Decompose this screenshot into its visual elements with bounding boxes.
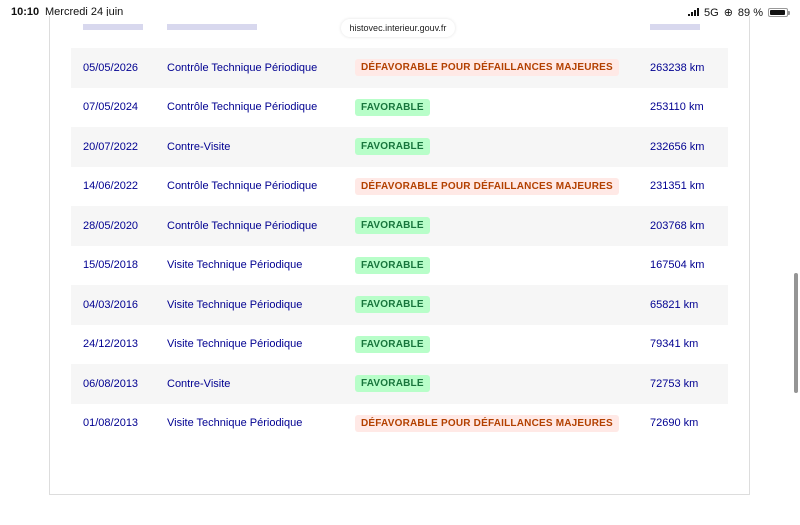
row-result: FAVORABLE	[355, 88, 430, 128]
row-date: 15/05/2018	[83, 259, 139, 272]
row-type: Contre-Visite	[167, 377, 231, 390]
result-badge: FAVORABLE	[355, 375, 430, 393]
result-badge: FAVORABLE	[355, 296, 430, 314]
result-badge: DÉFAVORABLE POUR DÉFAILLANCES MAJEURES	[355, 59, 619, 77]
row-mileage: 167504 km	[650, 259, 705, 272]
row-mileage: 79341 km	[650, 338, 699, 351]
row-date: 04/03/2016	[83, 298, 139, 311]
result-badge: FAVORABLE	[355, 256, 430, 274]
status-time: 10:10	[11, 6, 40, 18]
row-type: Contrôle Technique Périodique	[167, 61, 318, 74]
row-date: 07/05/2024	[83, 101, 139, 114]
table-row: 06/08/2013 Contre-Visite FAVORABLE 72753 km	[71, 364, 728, 404]
row-mileage: 72690 km	[650, 417, 699, 430]
row-result: DÉFAVORABLE POUR DÉFAILLANCES MAJEURES	[355, 167, 619, 207]
row-result: DÉFAVORABLE POUR DÉFAILLANCES MAJEURES	[355, 404, 619, 444]
row-mileage: 72753 km	[650, 377, 699, 390]
row-type: Visite Technique Périodique	[167, 338, 303, 351]
table-row: 04/03/2016 Visite Technique Périodique FAV…	[71, 285, 728, 325]
row-result: FAVORABLE	[355, 246, 430, 286]
table-row: 01/08/2013 Visite Technique Périodique DÉF…	[71, 404, 728, 444]
row-mileage: 232656 km	[650, 140, 705, 153]
row-type: Contrôle Technique Périodique	[167, 101, 318, 114]
table-row: 05/05/2026 Contrôle Technique Périodique D…	[71, 48, 728, 88]
address-bar[interactable]: histovec.interieur.gouv.fr	[341, 19, 455, 37]
result-badge: FAVORABLE	[355, 217, 430, 235]
result-badge: FAVORABLE	[355, 335, 430, 353]
row-date: 06/08/2013	[83, 377, 139, 390]
page-scrollbar[interactable]	[794, 273, 798, 393]
battery-icon	[768, 8, 790, 17]
row-type: Contrôle Technique Périodique	[167, 180, 318, 193]
table-row: 24/12/2013 Visite Technique Périodique FAV…	[71, 325, 728, 365]
row-result: FAVORABLE	[355, 364, 430, 404]
row-type: Visite Technique Périodique	[167, 417, 303, 430]
result-badge: FAVORABLE	[355, 138, 430, 156]
row-mileage: 231351 km	[650, 180, 705, 193]
row-date: 28/05/2020	[83, 219, 139, 232]
row-date: 01/08/2013	[83, 417, 139, 430]
result-badge: DÉFAVORABLE POUR DÉFAILLANCES MAJEURES	[355, 177, 619, 195]
table-row: 14/06/2022 Contrôle Technique Périodique D…	[71, 167, 728, 207]
table-row: 28/05/2020 Contrôle Technique Périodique F…	[71, 206, 728, 246]
row-mileage: 253110 km	[650, 101, 704, 114]
table-row: 15/05/2018 Visite Technique Périodique FAV…	[71, 246, 728, 286]
table-row: 07/05/2024 Contrôle Technique Périodique F…	[71, 88, 728, 128]
row-type: Contrôle Technique Périodique	[167, 219, 318, 232]
row-mileage: 65821 km	[650, 298, 699, 311]
row-result: FAVORABLE	[355, 325, 430, 365]
row-type: Visite Technique Périodique	[167, 298, 303, 311]
controles-table: 05/05/2026 Contrôle Technique Périodique D…	[71, 48, 728, 443]
row-result: DÉFAVORABLE POUR DÉFAILLANCES MAJEURES	[355, 48, 619, 88]
row-date: 20/07/2022	[83, 140, 139, 153]
row-type: Contre-Visite	[167, 140, 231, 153]
row-mileage: 263238 km	[650, 61, 705, 74]
row-date: 05/05/2026	[83, 61, 139, 74]
row-type: Visite Technique Périodique	[167, 259, 303, 272]
row-mileage: 203768 km	[650, 219, 705, 232]
row-result: FAVORABLE	[355, 127, 430, 167]
result-badge: DÉFAVORABLE POUR DÉFAILLANCES MAJEURES	[355, 414, 619, 432]
row-result: FAVORABLE	[355, 206, 430, 246]
row-date: 14/06/2022	[83, 180, 139, 193]
result-badge: FAVORABLE	[355, 98, 430, 116]
row-result: FAVORABLE	[355, 285, 430, 325]
table-row: 20/07/2022 Contre-Visite FAVORABLE 232656 k…	[71, 127, 728, 167]
row-date: 24/12/2013	[83, 338, 139, 351]
